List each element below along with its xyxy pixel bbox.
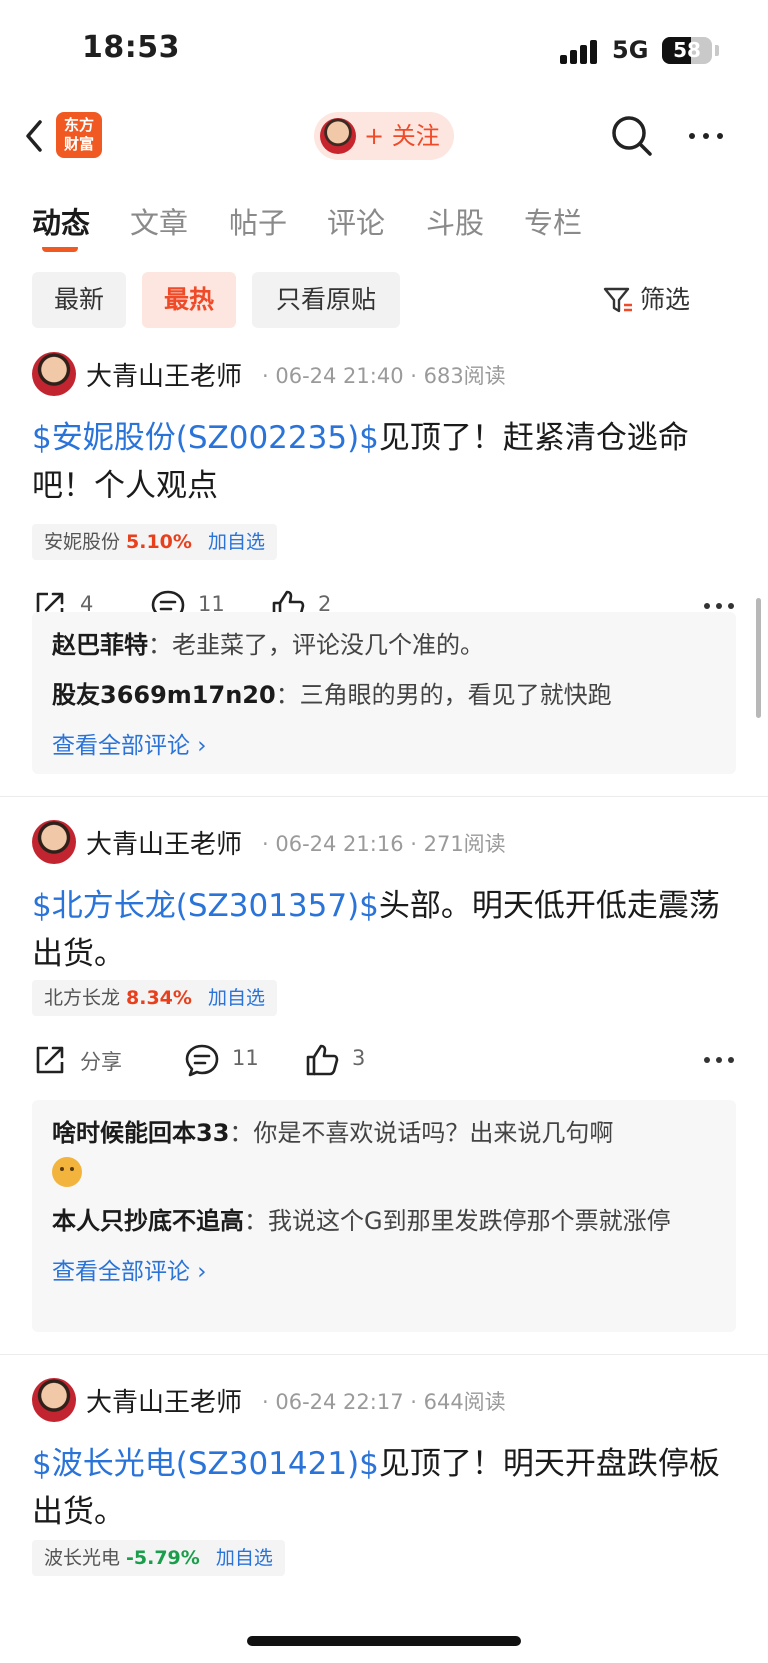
post-meta: · 06-24 21:16 · 271阅读 — [262, 832, 506, 856]
post-header: 大青山王老师 · 06-24 22:17 · 644阅读 — [32, 1378, 732, 1422]
stock-chip-change: -5.79% — [126, 1547, 200, 1569]
comment-icon — [185, 1044, 219, 1077]
logo-line-2: 财富 — [63, 135, 94, 153]
signal-icon — [560, 38, 600, 64]
like-count: 3 — [352, 1046, 366, 1070]
divider — [0, 796, 768, 797]
scrollbar[interactable] — [756, 598, 761, 718]
avatar[interactable] — [32, 1378, 76, 1422]
battery-icon: 58 — [662, 37, 712, 64]
avatar[interactable] — [32, 820, 76, 864]
follow-button[interactable]: + 关注 — [314, 112, 454, 160]
author-name[interactable]: 大青山王老师 — [86, 824, 242, 861]
post-meta: · 06-24 22:17 · 644阅读 — [262, 1390, 506, 1414]
follow-label: + 关注 — [364, 122, 440, 150]
nav-bar: 东方 财富 + 关注 — [0, 100, 768, 172]
stock-link[interactable]: $安妮股份(SZ002235)$ — [32, 420, 379, 456]
tab-posts[interactable]: 帖子 — [229, 200, 287, 242]
search-icon[interactable] — [608, 112, 656, 160]
author-name[interactable]: 大青山王老师 — [86, 356, 242, 393]
post-content[interactable]: $安妮股份(SZ002235)$见顶了！赶紧清仓逃命吧！个人观点 — [32, 414, 732, 510]
see-all-comments-link[interactable]: 查看全部评论 › — [52, 1252, 716, 1286]
tab-column[interactable]: 专栏 — [524, 200, 582, 242]
stock-chip-change: 5.10% — [126, 531, 192, 553]
post-content[interactable]: $北方长龙(SZ301357)$头部。明天低开低走震荡出货。 — [32, 882, 732, 978]
comment-item[interactable]: 赵巴菲特：老韭菜了，评论没几个准的。 — [52, 626, 716, 664]
commenter-name[interactable]: 啥时候能回本33 — [52, 1119, 229, 1147]
tab-articles[interactable]: 文章 — [130, 200, 188, 242]
stock-link[interactable]: $北方长龙(SZ301357)$ — [32, 888, 379, 924]
filter-original-only[interactable]: 只看原贴 — [252, 272, 400, 328]
divider — [0, 1354, 768, 1355]
see-all-comments-link[interactable]: 查看全部评论 › — [52, 726, 716, 760]
comment-text: ：老韭菜了，评论没几个准的。 — [148, 631, 484, 659]
filter-icon — [603, 287, 632, 313]
more-icon[interactable] — [682, 112, 730, 160]
stock-link[interactable]: $波长光电(SZ301421)$ — [32, 1446, 379, 1482]
comment-text: ：我说这个G到那里发跌停那个票就涨停 — [244, 1207, 671, 1235]
filter-bar: 最新 最热 只看原贴 筛选 — [0, 272, 768, 330]
add-watchlist-button[interactable]: 加自选 — [208, 987, 265, 1009]
comments-preview: 赵巴菲特：老韭菜了，评论没几个准的。 股友3669m17n20：三角眼的男的，看… — [32, 612, 736, 774]
stock-chip-name: 北方长龙 — [44, 987, 121, 1009]
back-icon[interactable] — [16, 112, 56, 160]
post-header: 大青山王老师 · 06-24 21:16 · 271阅读 — [32, 820, 732, 864]
more-icon[interactable] — [702, 1046, 736, 1074]
post-meta: · 06-24 21:40 · 683阅读 — [262, 364, 506, 388]
logo-line-1: 东方 — [63, 116, 94, 134]
comment-count: 11 — [232, 1046, 259, 1070]
tab-comments[interactable]: 评论 — [327, 200, 385, 242]
tab-dynamic[interactable]: 动态 — [32, 200, 90, 242]
commenter-name[interactable]: 本人只抄底不追高 — [52, 1207, 244, 1235]
stock-chip[interactable]: 北方长龙 8.34% 加自选 — [32, 980, 277, 1016]
share-label: 分享 — [80, 1050, 122, 1074]
filter-button[interactable]: 筛选 — [603, 272, 691, 328]
author-name[interactable]: 大青山王老师 — [86, 1382, 242, 1419]
status-time: 18:53 — [82, 30, 180, 65]
post-content[interactable]: $波长光电(SZ301421)$见顶了！明天开盘跌停板出货。 — [32, 1440, 732, 1536]
post-header: 大青山王老师 · 06-24 21:40 · 683阅读 — [32, 352, 732, 396]
battery-level: 58 — [673, 38, 701, 62]
app-logo: 东方 财富 — [56, 112, 102, 158]
comments-preview: 啥时候能回本33：你是不喜欢说话吗？出来说几句啊 本人只抄底不追高：我说这个G到… — [32, 1100, 736, 1332]
comment-item[interactable]: 股友3669m17n20：三角眼的男的，看见了就快跑 — [52, 676, 716, 714]
filter-latest[interactable]: 最新 — [32, 272, 126, 328]
add-watchlist-button[interactable]: 加自选 — [208, 531, 265, 553]
tab-stock-battle[interactable]: 斗股 — [426, 200, 484, 242]
thumbs-up-icon — [306, 1044, 339, 1076]
commenter-name[interactable]: 股友3669m17n20 — [52, 681, 276, 709]
comment-item[interactable]: 啥时候能回本33：你是不喜欢说话吗？出来说几句啊 — [52, 1114, 716, 1190]
status-bar: 18:53 5G 58 — [0, 0, 768, 100]
comment-item[interactable]: 本人只抄底不追高：我说这个G到那里发跌停那个票就涨停 — [52, 1202, 716, 1240]
emoji-icon — [52, 1157, 82, 1187]
share-icon — [36, 1046, 64, 1074]
filter-hot[interactable]: 最热 — [142, 272, 236, 328]
tab-bar: 动态 文章 帖子 评论 斗股 专栏 — [0, 190, 768, 260]
stock-chip-change: 8.34% — [126, 987, 192, 1009]
home-indicator[interactable] — [247, 1636, 521, 1646]
stock-chip-name: 波长光电 — [44, 1547, 121, 1569]
comment-text: ：你是不喜欢说话吗？出来说几句啊 — [229, 1119, 614, 1147]
tab-indicator — [42, 244, 78, 252]
avatar[interactable] — [32, 352, 76, 396]
stock-chip[interactable]: 波长光电 -5.79% 加自选 — [32, 1540, 285, 1576]
comment-text: ：三角眼的男的，看见了就快跑 — [275, 681, 612, 709]
stock-chip-name: 安妮股份 — [44, 531, 121, 553]
avatar — [320, 118, 356, 154]
post-card[interactable]: 大青山王老师 · 06-24 22:17 · 644阅读 $波长光电(SZ301… — [0, 1378, 768, 1663]
network-label: 5G — [612, 36, 649, 64]
post-actions: 分享 11 3 — [32, 1038, 736, 1082]
filter-label: 筛选 — [640, 285, 691, 314]
battery-tip — [715, 45, 719, 56]
add-watchlist-button[interactable]: 加自选 — [216, 1547, 273, 1569]
commenter-name[interactable]: 赵巴菲特 — [52, 631, 148, 659]
stock-chip[interactable]: 安妮股份 5.10% 加自选 — [32, 524, 277, 560]
